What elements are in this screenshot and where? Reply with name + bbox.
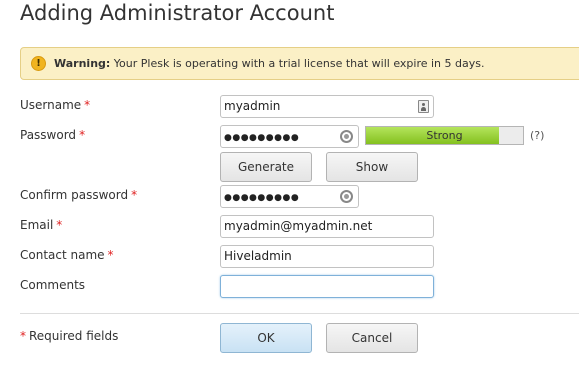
warning-label: Warning: [54,57,111,70]
required-marker: * [79,128,86,142]
password-label: Password * [20,128,86,142]
reveal-icon[interactable] [340,190,353,203]
confirm-password-field[interactable]: ●●●●●●●●● [220,185,359,208]
required-marker: * [56,218,63,232]
required-marker: * [131,188,138,202]
required-marker: * [84,98,91,112]
contact-name-value: Hiveladmin [224,249,292,263]
comments-field[interactable] [220,275,434,298]
ok-button[interactable]: OK [220,323,312,353]
show-password-button[interactable]: Show [326,152,418,182]
cancel-button[interactable]: Cancel [326,323,418,353]
confirm-password-label: Confirm password * [20,188,138,202]
comments-label: Comments [20,278,86,292]
required-marker: * [107,248,114,262]
email-field[interactable]: myadmin@myadmin.net [220,215,434,238]
warning-icon: ! [31,56,46,71]
warning-message: Your Plesk is operating with a trial lic… [113,57,485,70]
required-marker: * [20,329,26,343]
contact-name-field[interactable]: Hiveladmin [220,245,434,268]
user-card-icon[interactable] [418,100,429,113]
username-field[interactable]: myadmin [220,95,434,118]
password-field[interactable]: ●●●●●●●●● [220,125,359,148]
password-value: ●●●●●●●●● [224,133,300,143]
password-strength-label: Strong [426,129,463,142]
password-strength-meter: Strong [365,126,524,145]
reveal-icon[interactable] [340,130,353,143]
required-fields-note: * Required fields [20,329,119,343]
contact-name-label: Contact name * [20,248,114,262]
warning-text: Warning: Your Plesk is operating with a … [54,57,484,70]
confirm-password-value: ●●●●●●●●● [224,193,300,203]
trial-warning-banner: ! Warning: Your Plesk is operating with … [20,47,579,80]
page-title: Adding Administrator Account [20,1,335,25]
password-help-link[interactable]: (?) [530,129,544,142]
username-value: myadmin [224,99,281,113]
email-label: Email * [20,218,63,232]
generate-password-button[interactable]: Generate [220,152,312,182]
email-value: myadmin@myadmin.net [224,219,373,233]
username-label: Username * [20,98,91,112]
form-divider [20,313,579,314]
